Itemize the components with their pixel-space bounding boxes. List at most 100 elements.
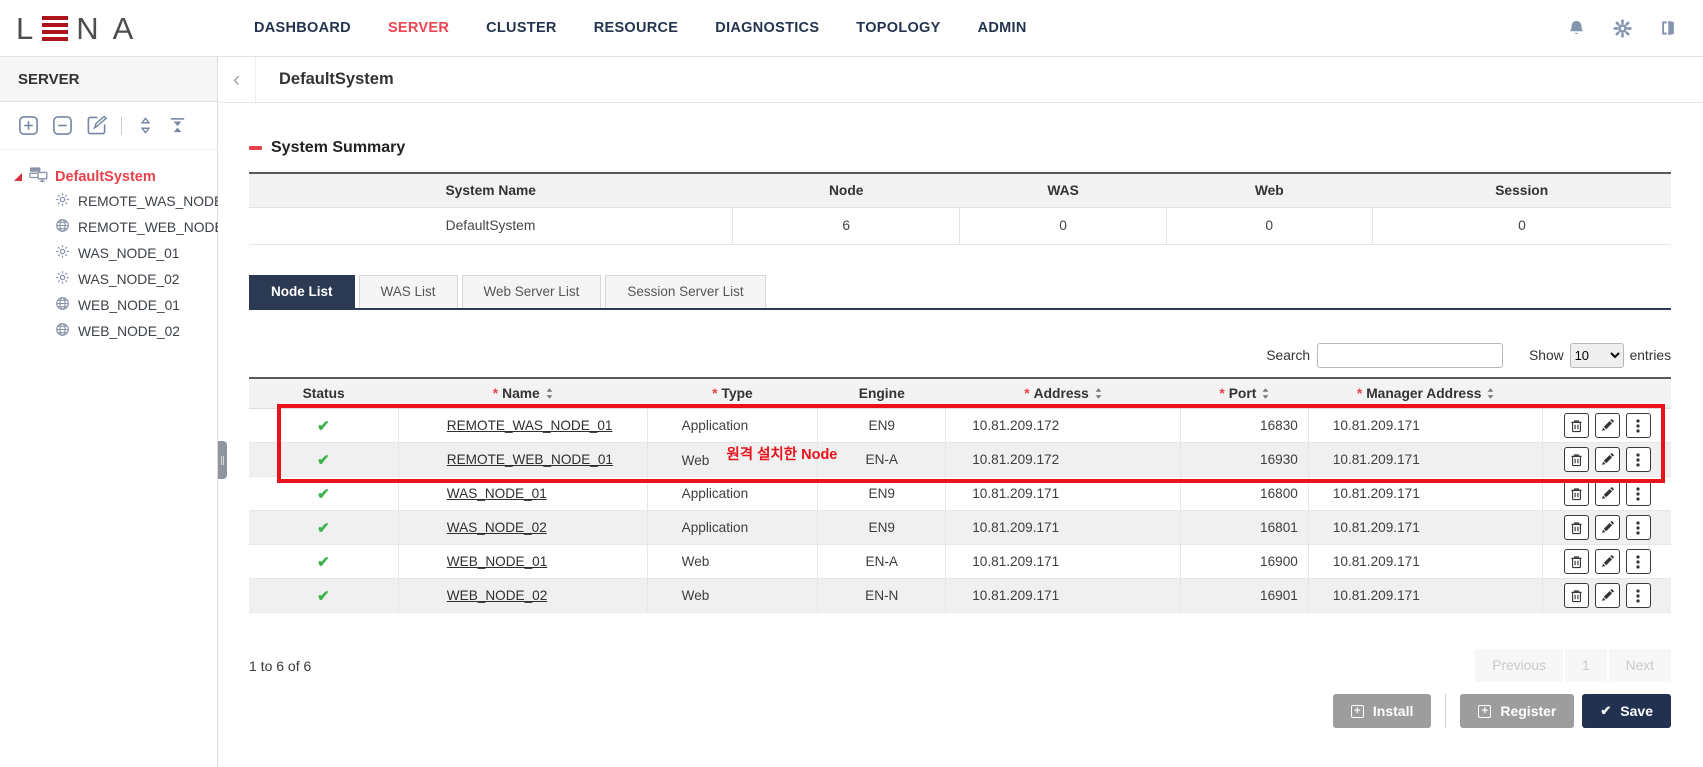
list-toolbar: Search Show 10 entries <box>249 343 1671 368</box>
node-name-link[interactable]: REMOTE_WEB_NODE_01 <box>447 452 613 467</box>
install-label: Install <box>1373 703 1413 719</box>
globe-icon <box>55 218 70 236</box>
nav-item-admin[interactable]: ADMIN <box>978 20 1027 36</box>
column-header-address[interactable]: *Address <box>946 378 1181 409</box>
more-button[interactable] <box>1626 447 1651 472</box>
column-header-port[interactable]: *Port <box>1180 378 1308 409</box>
delete-button[interactable] <box>1564 481 1589 506</box>
more-button[interactable] <box>1626 515 1651 540</box>
nav-item-topology[interactable]: TOPOLOGY <box>856 20 940 36</box>
required-asterisk: * <box>712 386 717 401</box>
tree-item-was-node-01[interactable]: WAS_NODE_01 <box>14 240 217 266</box>
tree-item-was-node-02[interactable]: WAS_NODE_02 <box>14 266 217 292</box>
tree-item-label: WAS_NODE_02 <box>78 272 179 287</box>
node-name-link[interactable]: WAS_NODE_01 <box>447 486 547 501</box>
globe-icon <box>55 322 70 340</box>
name-cell: WAS_NODE_02 <box>398 511 647 545</box>
engine-cell: EN9 <box>818 477 946 511</box>
page-size-select[interactable]: 10 <box>1570 343 1624 368</box>
column-header-manager-address[interactable]: *Manager Address <box>1308 378 1543 409</box>
summary-col-node: Node <box>732 173 960 207</box>
more-button[interactable] <box>1626 583 1651 608</box>
cog-icon <box>55 244 70 262</box>
sidebar: SERVER DefaultSystem REMOTE_WAS_NODE_01R… <box>0 57 218 767</box>
more-button[interactable] <box>1626 549 1651 574</box>
table-row-web-node-02: ✔WEB_NODE_02WebEN-N10.81.209.1711690110.… <box>249 579 1671 613</box>
nav-item-cluster[interactable]: CLUSTER <box>486 20 557 36</box>
search-label: Search <box>1266 348 1310 363</box>
delete-button[interactable] <box>1564 515 1589 540</box>
pagination-previous[interactable]: Previous <box>1475 649 1563 682</box>
delete-button[interactable] <box>1564 549 1589 574</box>
edit-button[interactable] <box>1595 549 1620 574</box>
pagination-next[interactable]: Next <box>1609 649 1671 682</box>
node-name-link[interactable]: WEB_NODE_02 <box>447 588 547 603</box>
more-button[interactable] <box>1626 481 1651 506</box>
section-dash-icon <box>249 146 262 150</box>
status-cell: ✔ <box>249 477 398 511</box>
nav-item-diagnostics[interactable]: DIAGNOSTICS <box>715 20 819 36</box>
tree-expander-icon[interactable] <box>14 173 22 181</box>
edit-button[interactable] <box>1595 447 1620 472</box>
server-tree: DefaultSystem REMOTE_WAS_NODE_01REMOTE_W… <box>0 150 217 344</box>
edit-button[interactable] <box>1595 413 1620 438</box>
node-name-link[interactable]: REMOTE_WAS_NODE_01 <box>447 418 613 433</box>
actions-cell <box>1543 511 1671 545</box>
delete-button[interactable] <box>1564 413 1589 438</box>
tree-item-web-node-01[interactable]: WEB_NODE_01 <box>14 292 217 318</box>
logo-letter-l: L <box>16 13 34 44</box>
nav-item-dashboard[interactable]: DASHBOARD <box>254 20 351 36</box>
summary-header-row: System NameNodeWASWebSession <box>249 173 1671 207</box>
tree-root-label[interactable]: DefaultSystem <box>55 169 156 185</box>
tree-item-remote-web-node-01[interactable]: REMOTE_WEB_NODE_01 <box>14 214 217 240</box>
edit-button[interactable] <box>1595 481 1620 506</box>
engine-cell: EN-A <box>818 545 946 579</box>
column-header-name[interactable]: *Name <box>398 378 647 409</box>
logo-letters-na: NA <box>76 13 147 44</box>
remove-icon[interactable] <box>52 115 73 136</box>
add-icon[interactable] <box>18 115 39 136</box>
status-cell: ✔ <box>249 545 398 579</box>
delete-button[interactable] <box>1564 447 1589 472</box>
tree-item-web-node-02[interactable]: WEB_NODE_02 <box>14 318 217 344</box>
annotation-text: 원격 설치한 Node <box>726 447 837 463</box>
bell-icon[interactable] <box>1567 19 1586 38</box>
main-panel: ‹ DefaultSystem System Summary System Na… <box>218 57 1703 767</box>
save-button[interactable]: ✔ Save <box>1582 694 1671 728</box>
register-button[interactable]: + Register <box>1460 694 1574 728</box>
edit-button[interactable] <box>1595 583 1620 608</box>
tree-item-remote-was-node-01[interactable]: REMOTE_WAS_NODE_01 <box>14 188 217 214</box>
tree-root-defaultsystem[interactable]: DefaultSystem <box>14 166 217 188</box>
edit-button[interactable] <box>1595 515 1620 540</box>
expand-all-icon[interactable] <box>136 116 155 135</box>
search-input[interactable] <box>1317 343 1503 368</box>
logout-icon[interactable] <box>1659 19 1677 37</box>
lena-logo[interactable]: L NA <box>16 13 216 44</box>
tab-web-server-list[interactable]: Web Server List <box>462 275 602 308</box>
actions-cell <box>1543 545 1671 579</box>
sidebar-splitter-handle[interactable] <box>218 441 227 479</box>
system-summary-table: System NameNodeWASWebSession DefaultSyst… <box>249 172 1671 245</box>
install-button[interactable]: + Install <box>1333 694 1431 728</box>
nav-item-resource[interactable]: RESOURCE <box>594 20 679 36</box>
collapse-all-icon[interactable] <box>168 116 187 135</box>
sidebar-collapse-button[interactable]: ‹ <box>218 57 256 102</box>
gear-icon[interactable] <box>1613 19 1632 38</box>
node-name-link[interactable]: WAS_NODE_02 <box>447 520 547 535</box>
more-button[interactable] <box>1626 413 1651 438</box>
table-row-remote-was-node-01: ✔REMOTE_WAS_NODE_01ApplicationEN910.81.2… <box>249 409 1671 443</box>
nav-item-server[interactable]: SERVER <box>388 20 449 36</box>
delete-button[interactable] <box>1564 583 1589 608</box>
tab-node-list[interactable]: Node List <box>249 275 355 308</box>
edit-icon[interactable] <box>86 115 107 136</box>
actions-cell <box>1543 579 1671 613</box>
pagination-page-1[interactable]: 1 <box>1565 649 1607 682</box>
system-icon <box>29 166 48 188</box>
node-table-wrap: Status*Name*TypeEngine*Address*Port*Mana… <box>249 377 1671 614</box>
node-name-link[interactable]: WEB_NODE_01 <box>447 554 547 569</box>
tab-was-list[interactable]: WAS List <box>359 275 458 308</box>
tab-session-server-list[interactable]: Session Server List <box>605 275 765 308</box>
tree-item-label: WEB_NODE_02 <box>78 324 180 339</box>
manager-address-cell: 10.81.209.171 <box>1308 477 1543 511</box>
actions-cell <box>1543 477 1671 511</box>
